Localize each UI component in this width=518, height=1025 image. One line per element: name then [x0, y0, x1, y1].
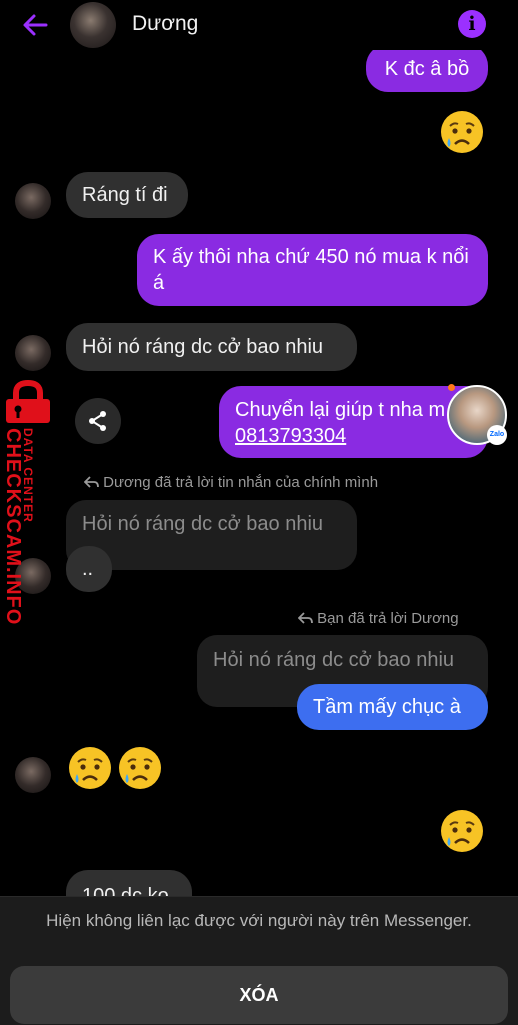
- share-button[interactable]: [75, 398, 121, 444]
- lock-icon: [6, 380, 50, 423]
- contact-avatar[interactable]: [70, 2, 116, 48]
- incoming-message[interactable]: Ráng tí đi: [66, 172, 188, 218]
- zalo-badge: Zalo: [487, 425, 507, 445]
- outgoing-message[interactable]: K ấy thôi nha chứ 450 nó mua k nổi á: [137, 234, 488, 306]
- back-arrow-icon[interactable]: [18, 8, 52, 42]
- message-text: Chuyển lại giúp t nha m: [235, 399, 446, 421]
- bottom-panel: Hiện không liên lạc được với người này t…: [0, 896, 518, 1025]
- reply-note: Bạn đã trả lời Dương: [297, 610, 459, 627]
- watermark: DATA CENTER CHECKSCAM.INFO: [0, 380, 58, 630]
- delete-button[interactable]: XÓA: [10, 966, 508, 1024]
- reply-note-text: Dương đã trả lời tin nhắn của chính mình: [103, 474, 379, 491]
- outgoing-message[interactable]: K đc â bồ: [366, 44, 488, 92]
- contact-avatar[interactable]: [15, 335, 51, 371]
- crying-face-emoji[interactable]: [68, 746, 112, 790]
- reply-arrow-icon: [83, 476, 99, 488]
- chat-header: Dương i: [0, 0, 518, 50]
- info-icon[interactable]: i: [458, 10, 486, 38]
- reply-note: Dương đã trả lời tin nhắn của chính mình: [83, 474, 379, 491]
- contact-avatar[interactable]: [15, 757, 51, 793]
- crying-face-emoji[interactable]: [440, 110, 484, 154]
- zalo-profile-overlay[interactable]: Zalo: [447, 385, 507, 445]
- reply-note-text: Bạn đã trả lời Dương: [317, 610, 459, 627]
- watermark-line2: CHECKSCAM.INFO: [2, 428, 24, 626]
- incoming-message[interactable]: Hỏi nó ráng dc cở bao nhiu: [66, 323, 357, 371]
- status-dot: [448, 384, 455, 391]
- unavailable-notice: Hiện không liên lạc được với người này t…: [46, 911, 472, 930]
- reply-arrow-icon: [297, 612, 313, 624]
- outgoing-message[interactable]: Tầm mấy chục à: [297, 684, 488, 730]
- contact-name[interactable]: Dương: [132, 12, 198, 36]
- contact-avatar[interactable]: [15, 183, 51, 219]
- incoming-message[interactable]: ..: [66, 546, 112, 592]
- crying-face-emoji[interactable]: [440, 809, 484, 853]
- share-icon: [89, 411, 106, 431]
- phone-link[interactable]: 0813793304: [235, 423, 472, 449]
- crying-face-emoji[interactable]: [118, 746, 162, 790]
